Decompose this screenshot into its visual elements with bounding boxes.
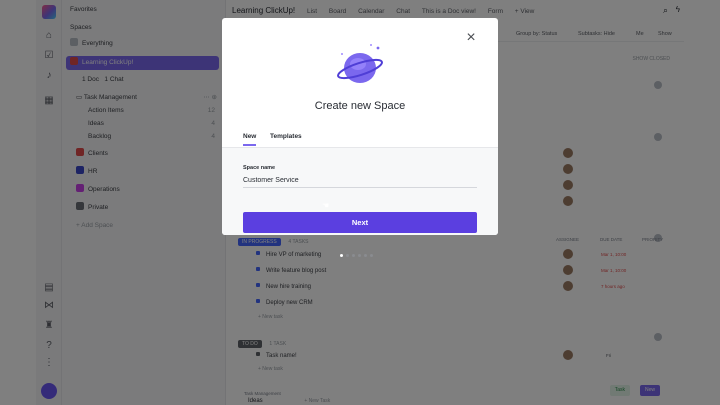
pager-dots <box>340 244 376 262</box>
active-tab-underline <box>243 144 256 146</box>
create-space-modal: × Create new Space New Templates Space n… <box>222 18 498 235</box>
modal-body: Space name Next <box>222 147 498 235</box>
planet-illustration-icon <box>337 44 383 83</box>
pager-dot[interactable] <box>340 254 343 257</box>
pager-dot[interactable] <box>352 254 355 257</box>
mouse-cursor-icon: ☚ <box>322 201 330 210</box>
space-name-label: Space name <box>243 165 276 171</box>
close-icon[interactable]: × <box>464 30 478 46</box>
tab-new[interactable]: New <box>243 133 256 140</box>
modal-title: Create new Space <box>314 100 406 112</box>
next-button[interactable]: Next <box>243 212 477 233</box>
pager-dot[interactable] <box>370 254 373 257</box>
pager-dot[interactable] <box>364 254 367 257</box>
tab-templates[interactable]: Templates <box>270 133 302 140</box>
space-name-input[interactable] <box>243 174 477 188</box>
pager-dot[interactable] <box>358 254 361 257</box>
pager-dot[interactable] <box>346 254 349 257</box>
